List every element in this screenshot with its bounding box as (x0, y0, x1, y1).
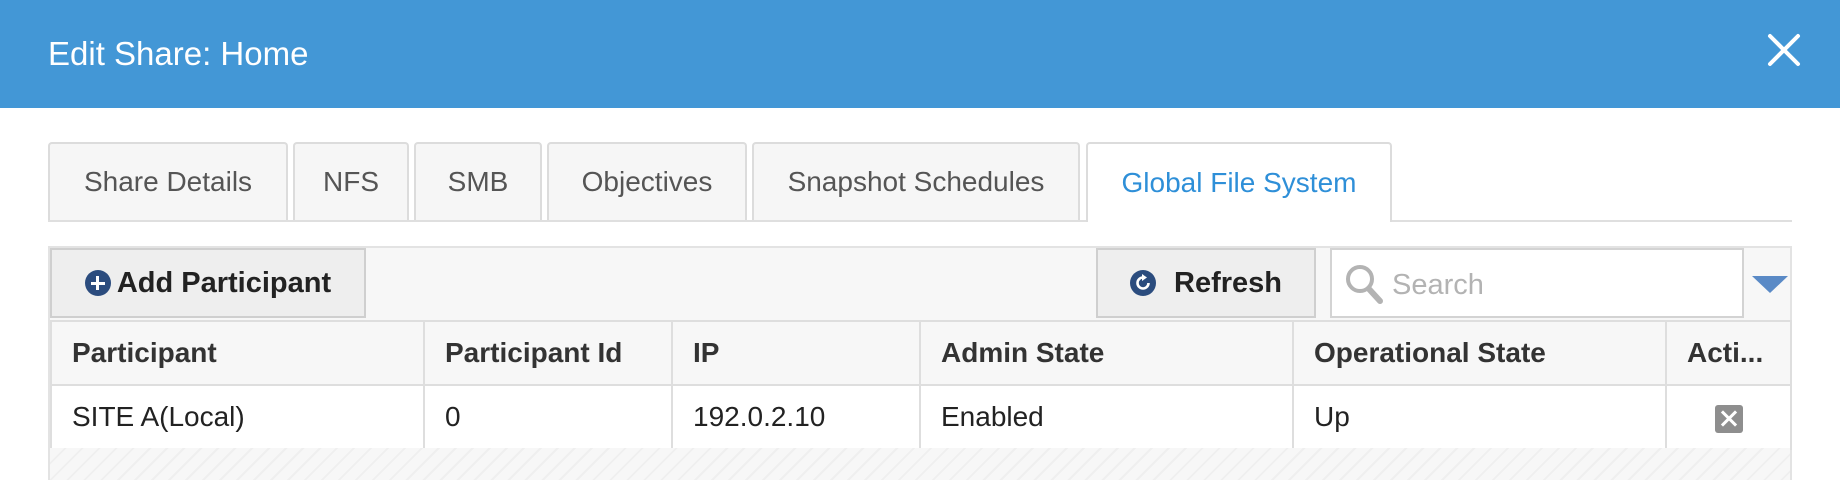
cell-participant: SITE A(Local) (50, 384, 425, 450)
grid-empty-area (50, 448, 1790, 480)
tab-bar: Share Details NFS SMB Objectives Snapsho… (48, 142, 1792, 222)
tab-smb[interactable]: SMB (414, 142, 542, 220)
close-icon (1768, 34, 1800, 66)
plus-circle-icon (84, 270, 111, 296)
cell-actions (1665, 384, 1792, 450)
search-options-dropdown[interactable] (1746, 248, 1790, 318)
refresh-button[interactable]: Refresh (1096, 248, 1316, 318)
add-participant-label: Add Participant (116, 266, 332, 299)
refresh-icon (1130, 270, 1156, 296)
column-header-ip[interactable]: IP (671, 320, 921, 386)
search-input[interactable] (1390, 262, 1734, 308)
edit-share-dialog: Edit Share: Home Share Details NFS SMB O… (0, 0, 1840, 480)
column-header-operational-state[interactable]: Operational State (1292, 320, 1667, 386)
dialog-header: Edit Share: Home (0, 0, 1840, 108)
cell-participant-id: 0 (423, 384, 673, 450)
cell-admin-state: Enabled (919, 384, 1294, 450)
delete-icon[interactable] (1714, 404, 1743, 433)
tab-global-file-system[interactable]: Global File System (1086, 142, 1392, 222)
cell-operational-state: Up (1292, 384, 1667, 450)
tab-objectives[interactable]: Objectives (547, 142, 747, 220)
column-header-admin-state[interactable]: Admin State (919, 320, 1294, 386)
column-header-participant-id[interactable]: Participant Id (423, 320, 673, 386)
refresh-label: Refresh (1174, 266, 1282, 299)
triangle-down-icon (1752, 276, 1788, 293)
tab-share-details[interactable]: Share Details (48, 142, 288, 220)
add-participant-button[interactable]: Add Participant (50, 248, 366, 318)
magnifier-icon (1344, 262, 1384, 311)
participants-table: Participant Participant Id IP Admin Stat… (50, 320, 1792, 450)
close-button[interactable] (1764, 28, 1804, 72)
participants-grid: Add Participant Refresh Search Participa… (48, 246, 1792, 480)
tab-nfs[interactable]: NFS (293, 142, 409, 220)
table-row[interactable]: SITE A(Local) 0 192.0.2.10 Enabled Up (50, 384, 1792, 450)
dialog-title: Edit Share: Home (48, 35, 309, 72)
column-header-participant[interactable]: Participant (50, 320, 425, 386)
cell-ip: 192.0.2.10 (671, 384, 921, 450)
tab-snapshot-schedules[interactable]: Snapshot Schedules (752, 142, 1080, 220)
grid-toolbar: Add Participant Refresh (50, 248, 1790, 320)
table-header-row: Participant Participant Id IP Admin Stat… (50, 320, 1792, 386)
column-header-actions[interactable]: Acti... (1665, 320, 1792, 386)
search-box (1330, 248, 1744, 318)
